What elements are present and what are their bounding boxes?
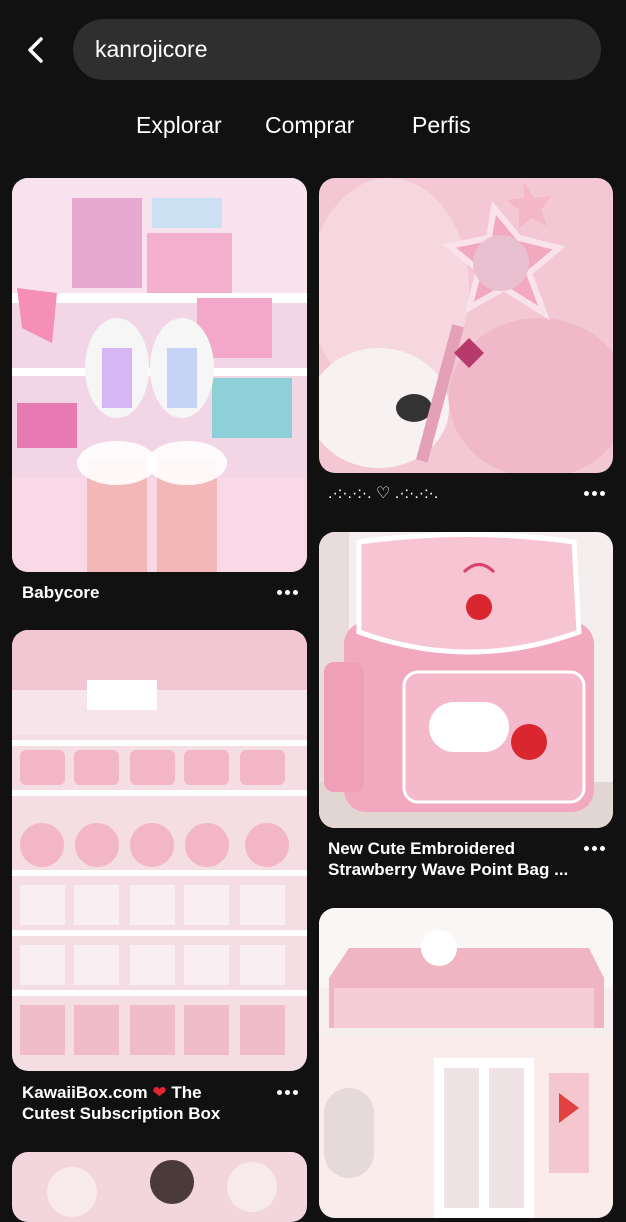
more-options-icon [276, 589, 282, 595]
search-bar[interactable] [73, 19, 601, 80]
pin-image-wand[interactable] [319, 178, 613, 473]
more-options-icon [276, 1089, 282, 1095]
tab-explorar[interactable]: Explorar [136, 112, 222, 139]
heart-icon: ❤ [152, 1083, 167, 1102]
more-options-button[interactable] [579, 838, 609, 858]
more-options-button[interactable] [272, 1082, 302, 1102]
tab-perfis[interactable]: Perfis [412, 112, 471, 139]
pin-image-shop[interactable] [319, 908, 613, 1218]
pin-image-backpack[interactable] [319, 532, 613, 828]
pin-title: .·:·.·:·. ♡ .·:·.·:·. [328, 485, 439, 502]
pin-image-partial[interactable] [12, 1152, 307, 1222]
back-button[interactable] [18, 30, 54, 70]
pin-title: KawaiiBox.com ❤ The Cutest Subscription … [22, 1083, 221, 1123]
more-options-icon [583, 490, 589, 496]
more-options-button[interactable] [579, 483, 609, 503]
more-options-button[interactable] [272, 582, 302, 602]
pin-title: New Cute Embroidered Strawberry Wave Poi… [328, 839, 569, 879]
search-input[interactable] [93, 35, 601, 64]
tab-comprar[interactable]: Comprar [265, 112, 354, 139]
pin-title: Babycore [22, 583, 100, 602]
more-options-icon [583, 845, 589, 851]
pin-image-kawaiibox[interactable] [12, 630, 307, 1071]
pin-image-babycore[interactable] [12, 178, 307, 572]
back-arrow-icon [28, 37, 43, 63]
